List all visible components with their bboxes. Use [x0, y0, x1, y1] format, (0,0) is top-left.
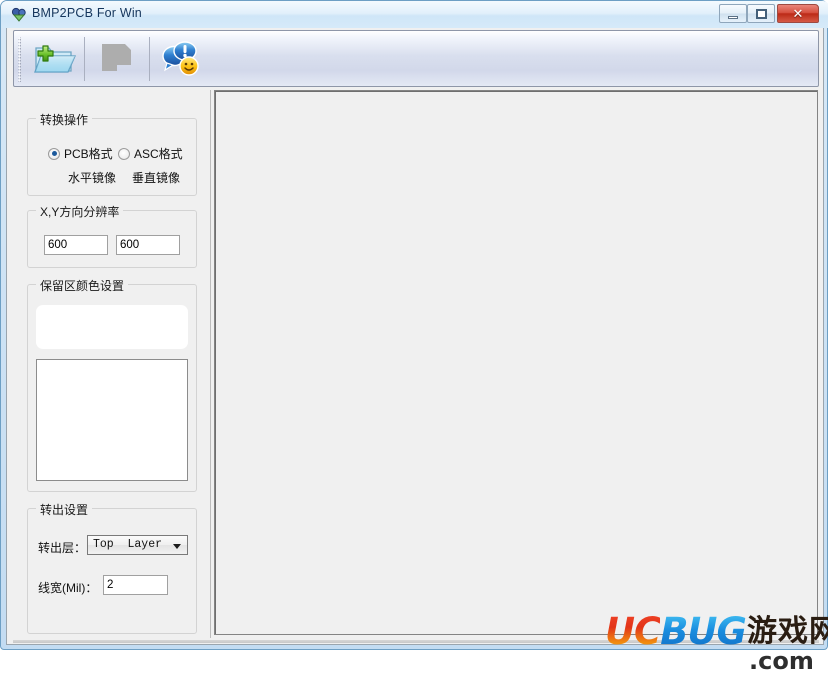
status-strip: [13, 640, 819, 643]
radio-asc-label: ASC格式: [134, 147, 183, 161]
resolution-x-input[interactable]: [44, 235, 108, 255]
export-layer-select[interactable]: Top Layer: [87, 535, 188, 555]
about-smiley-icon: [158, 38, 204, 81]
maximize-icon: [755, 8, 767, 19]
radio-asc-format[interactable]: ASC格式: [118, 145, 183, 162]
convert-group: 转换操作 PCB格式 ASC格式 水平镜像 垂直镜像: [27, 111, 197, 196]
export-layer-value: Top Layer: [93, 538, 163, 551]
horizontal-mirror-option[interactable]: 水平镜像: [68, 169, 116, 186]
resolution-group-title: X,Y方向分辨率: [36, 203, 124, 220]
app-window: BMP2PCB For Win ✕ 转换操作 PCB格式 ASC格式 水平镜像 …: [0, 0, 828, 674]
save-file-button[interactable]: [88, 34, 144, 84]
close-button[interactable]: ✕: [777, 4, 819, 23]
about-button[interactable]: [153, 34, 209, 84]
vertical-mirror-option[interactable]: 垂直镜像: [132, 169, 180, 186]
radio-unselected-icon: [118, 147, 130, 160]
image-preview-canvas[interactable]: [214, 90, 818, 635]
client-area: 转换操作 PCB格式 ASC格式 水平镜像 垂直镜像 X,Y方向分辨率 600 …: [6, 28, 828, 674]
reserved-color-group-title: 保留区颜色设置: [36, 277, 129, 294]
toolbar-grip[interactable]: [18, 37, 21, 82]
radio-pcb-label: PCB格式: [64, 147, 113, 161]
minimize-icon: [728, 15, 738, 19]
minimize-button[interactable]: [719, 4, 747, 23]
convert-group-title: 转换操作: [36, 111, 93, 128]
line-width-input[interactable]: [103, 575, 168, 595]
app-icon: [11, 7, 27, 22]
maximize-button[interactable]: [747, 4, 775, 23]
radio-selected-icon: [48, 147, 60, 160]
toolbar: [13, 30, 819, 87]
resolution-group: X,Y方向分辨率: [27, 203, 197, 268]
window-title: BMP2PCB For Win: [32, 6, 142, 20]
toolbar-separator: [149, 37, 150, 81]
export-layer-label: 转出层：: [38, 541, 87, 555]
chevron-down-icon: [173, 544, 181, 549]
line-width-label: 线宽(Mil)：: [38, 581, 98, 595]
color-preview-panel[interactable]: [36, 305, 188, 349]
reserved-color-group: 保留区颜色设置: [27, 277, 197, 492]
settings-sidebar: 转换操作 PCB格式 ASC格式 水平镜像 垂直镜像 X,Y方向分辨率 600 …: [13, 90, 211, 638]
watermark-com-text: .com: [749, 647, 814, 675]
folder-add-icon: [32, 38, 76, 81]
close-icon: ✕: [792, 6, 804, 21]
color-list-box[interactable]: [36, 359, 188, 481]
title-bar: BMP2PCB For Win ✕: [1, 1, 828, 28]
export-group-title: 转出设置: [36, 501, 93, 518]
toolbar-separator: [84, 37, 85, 81]
resolution-y-input[interactable]: [116, 235, 180, 255]
export-group: 转出设置 转出层： Top Layer 线宽(Mil)：: [27, 501, 197, 634]
open-file-button[interactable]: [26, 34, 82, 84]
save-disabled-icon: [95, 39, 137, 80]
radio-pcb-format[interactable]: PCB格式: [48, 145, 113, 162]
